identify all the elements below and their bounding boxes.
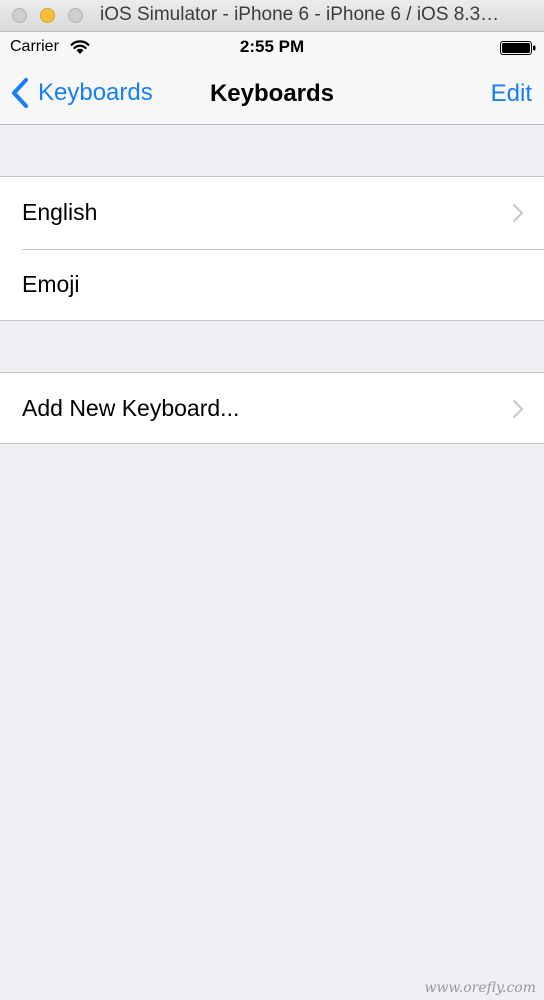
- window-minimize-button[interactable]: [40, 8, 55, 23]
- row-separator: [22, 249, 544, 250]
- keyboards-list: English Emoji: [0, 176, 544, 321]
- status-time: 2:55 PM: [239, 37, 305, 56]
- window-close-button[interactable]: [12, 8, 27, 23]
- window-zoom-button[interactable]: [68, 8, 83, 23]
- window-titlebar: iOS Simulator - iPhone 6 - iPhone 6 / iO…: [0, 0, 544, 32]
- disclosure-chevron-icon: [512, 203, 524, 223]
- edit-button[interactable]: Edit: [491, 80, 532, 108]
- navigation-bar: Keyboards Keyboards Edit: [0, 62, 544, 125]
- disclosure-chevron-icon: [512, 399, 524, 419]
- battery-icon: [500, 41, 536, 55]
- back-button[interactable]: Keyboards: [10, 76, 153, 110]
- list-item-emoji[interactable]: Emoji: [0, 249, 544, 321]
- status-bar: Carrier 2:55 PM: [0, 32, 544, 62]
- add-new-keyboard-row[interactable]: Add New Keyboard...: [0, 373, 544, 445]
- simulator-window: iOS Simulator - iPhone 6 - iPhone 6 / iO…: [0, 0, 544, 1000]
- back-chevron-icon: [12, 78, 28, 108]
- list-item-label: English: [22, 199, 98, 225]
- back-button-label: Keyboards: [38, 79, 153, 106]
- list-item-label: Emoji: [22, 271, 80, 297]
- add-new-keyboard-label: Add New Keyboard...: [22, 395, 240, 421]
- watermark: www.orefly.com: [424, 980, 536, 996]
- window-title: iOS Simulator - iPhone 6 - iPhone 6 / iO…: [100, 4, 500, 25]
- add-keyboard-section: Add New Keyboard...: [0, 372, 544, 444]
- list-item-english[interactable]: English: [0, 177, 544, 249]
